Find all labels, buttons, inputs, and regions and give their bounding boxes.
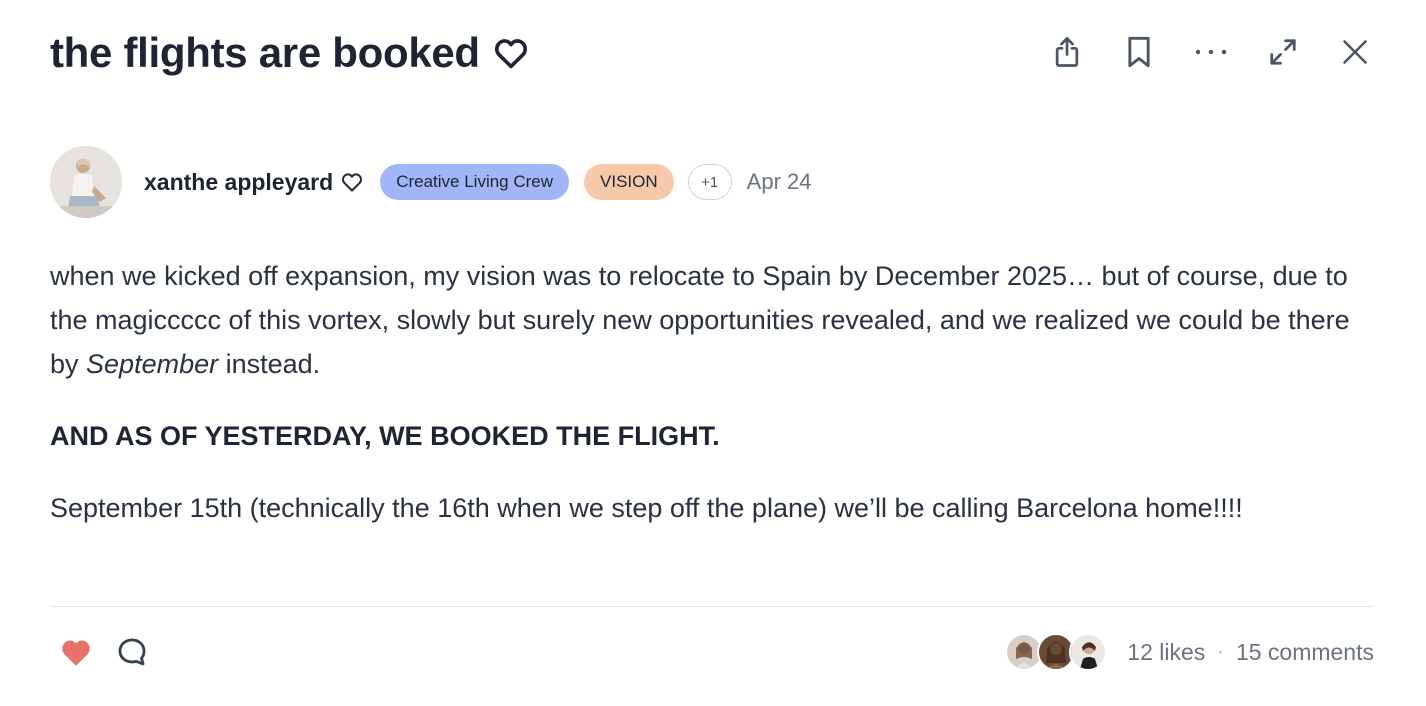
author-row: xanthe appleyard Creative Living Crew VI… [50, 146, 811, 218]
post-body: when we kicked off expansion, my vision … [50, 254, 1360, 530]
comments-count[interactable]: 15 comments [1236, 639, 1374, 666]
body-paragraph-3: September 15th (technically the 16th whe… [50, 493, 1243, 523]
body-paragraph-1-emphasis: September [86, 349, 219, 379]
share-icon [1055, 37, 1079, 67]
expand-icon [1270, 39, 1296, 65]
stats-separator: · [1217, 640, 1224, 663]
expand-button[interactable] [1264, 30, 1302, 74]
post-toolbar [1048, 30, 1374, 74]
post-header: the flights are booked [50, 26, 530, 80]
bookmark-icon [1128, 36, 1150, 68]
comment-button[interactable] [114, 634, 150, 670]
author-avatar[interactable] [50, 146, 122, 218]
engagement-summary: 12 likes · 15 comments [1005, 633, 1374, 671]
author-heart-icon[interactable] [340, 170, 364, 194]
tag-creative-living-crew[interactable]: Creative Living Crew [380, 164, 570, 200]
body-paragraph-2: AND AS OF YESTERDAY, WE BOOKED THE FLIGH… [50, 421, 720, 451]
body-paragraph-1-end: instead. [218, 349, 321, 379]
liker-avatar [1069, 633, 1108, 671]
post-title: the flights are booked [50, 29, 480, 76]
likes-count[interactable]: 12 likes [1127, 639, 1205, 666]
body-paragraph-1: when we kicked off expansion, my vision … [50, 254, 1360, 386]
heart-filled-icon [62, 640, 90, 666]
footer-divider [50, 606, 1374, 607]
post-date: Apr 24 [746, 169, 812, 194]
more-tags-badge[interactable]: +1 [687, 164, 732, 200]
more-options-button[interactable] [1192, 30, 1230, 74]
likers-avatars[interactable] [1005, 633, 1108, 671]
tag-vision[interactable]: VISION [584, 164, 674, 200]
share-button[interactable] [1048, 30, 1086, 74]
post-footer: 12 likes · 15 comments [50, 624, 1374, 680]
close-button[interactable] [1336, 30, 1374, 74]
bookmark-button[interactable] [1120, 30, 1158, 74]
like-button[interactable] [58, 634, 94, 670]
close-icon [1343, 40, 1367, 64]
author-name[interactable]: xanthe appleyard [144, 169, 333, 196]
heart-outline-icon [492, 34, 530, 72]
comment-icon [118, 638, 146, 666]
more-icon [1195, 49, 1227, 55]
